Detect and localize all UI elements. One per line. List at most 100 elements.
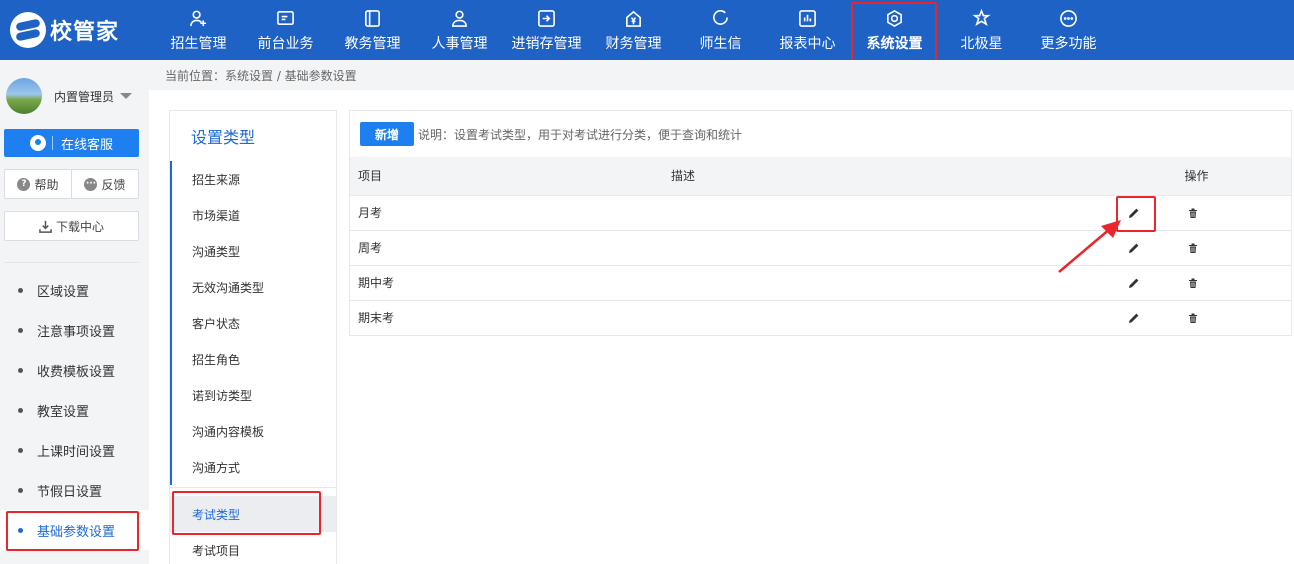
- column-header-description: 描述: [671, 169, 696, 184]
- divider: [4, 262, 139, 263]
- sidebar-item-fee-template[interactable]: 收费模板设置: [0, 350, 149, 390]
- help-button[interactable]: ? 帮助: [5, 170, 71, 198]
- left-sidebar: 内置管理员 在线客服 ? 帮助 ··· 反馈 下载中心 区域设置 注意事项设置 …: [0, 60, 149, 564]
- delete-icon[interactable]: [1186, 311, 1200, 325]
- sidebar-item-classroom[interactable]: 教室设置: [0, 390, 149, 430]
- nav-item-front-desk[interactable]: 前台业务: [242, 0, 329, 60]
- column-header-operations: 操作: [1184, 169, 1209, 184]
- table-row: 月考: [350, 195, 1291, 230]
- table-row: 期末考: [350, 300, 1291, 335]
- more-icon: [1059, 8, 1078, 30]
- sidebar-item-class-time[interactable]: 上课时间设置: [0, 430, 149, 470]
- type-item-market-channel[interactable]: 市场渠道: [170, 197, 336, 233]
- chat-ring-icon: [711, 8, 730, 30]
- download-center-label: 下载中心: [55, 219, 104, 234]
- divider: [51, 136, 53, 150]
- table-row: 期中考: [350, 265, 1291, 300]
- monitor-icon: [276, 8, 295, 30]
- type-item-customer-status[interactable]: 客户状态: [170, 305, 336, 341]
- nav-item-academic[interactable]: 教务管理: [329, 0, 416, 60]
- user-name: 内置管理员: [54, 89, 115, 104]
- help-feedback-row: ? 帮助 ··· 反馈: [4, 169, 139, 199]
- exam-type-panel: 新增 说明：设置考试类型，用于对考试进行分类，便于查询和统计 项目 描述 操作 …: [349, 110, 1292, 336]
- delete-icon[interactable]: [1186, 206, 1200, 220]
- column-header-item: 项目: [358, 169, 383, 184]
- feedback-label: 反馈: [101, 177, 126, 192]
- nav-item-system-settings[interactable]: 系统设置: [851, 0, 938, 64]
- main-nav: 招生管理 前台业务 教务管理 人事管理 进销存管理 财务管理 师生信 报表中心: [155, 0, 1112, 64]
- type-item-comm-template[interactable]: 沟通内容模板: [170, 413, 336, 449]
- bullet-icon: [18, 527, 23, 533]
- edit-icon[interactable]: [1127, 241, 1141, 255]
- type-item-invalid-comm-type[interactable]: 无效沟通类型: [170, 269, 336, 305]
- ellipsis-chat-icon: ···: [84, 177, 98, 191]
- download-center-button[interactable]: 下载中心: [4, 211, 139, 241]
- bullet-icon: [18, 407, 23, 413]
- settings-type-list: 招生来源 市场渠道 沟通类型 无效沟通类型 客户状态 招生角色 诺到访类型 沟通…: [170, 161, 336, 564]
- content-area: 设置类型 招生来源 市场渠道 沟通类型 无效沟通类型 客户状态 招生角色 诺到访…: [149, 90, 1294, 564]
- settings-type-panel: 设置类型 招生来源 市场渠道 沟通类型 无效沟通类型 客户状态 招生角色 诺到访…: [169, 110, 337, 564]
- divider: [170, 487, 336, 488]
- online-service-button[interactable]: 在线客服: [4, 129, 139, 157]
- sidebar-item-basic-params[interactable]: 基础参数设置: [0, 510, 149, 551]
- bullet-icon: [18, 487, 23, 493]
- breadcrumb: 当前位置：系统设置 / 基础参数设置: [149, 60, 1294, 90]
- chevron-down-icon: [120, 93, 133, 99]
- logo-icon: [10, 12, 46, 48]
- sidebar-item-region[interactable]: 区域设置: [0, 270, 149, 310]
- sidebar-menu: 区域设置 注意事项设置 收费模板设置 教室设置 上课时间设置 节假日设置 基础参…: [0, 270, 149, 551]
- nav-item-enrollment[interactable]: 招生管理: [155, 0, 242, 60]
- delete-icon[interactable]: [1186, 276, 1200, 290]
- cell-description: [663, 230, 1102, 265]
- settings-type-title: 设置类型: [191, 128, 256, 147]
- delete-icon[interactable]: [1186, 241, 1200, 255]
- brand-logo[interactable]: 校管家: [10, 12, 119, 48]
- cell-item: 期末考: [358, 311, 395, 326]
- question-icon: ?: [17, 177, 31, 191]
- bullet-icon: [18, 367, 23, 373]
- type-item-enroll-source[interactable]: 招生来源: [170, 161, 336, 197]
- type-item-exam-type[interactable]: 考试类型: [170, 491, 336, 535]
- sidebar-item-notices[interactable]: 注意事项设置: [0, 310, 149, 350]
- type-item-visit-type[interactable]: 诺到访类型: [170, 377, 336, 413]
- box-arrow-icon: [537, 8, 556, 30]
- edit-icon[interactable]: [1127, 276, 1141, 290]
- cell-description: [663, 265, 1102, 300]
- book-icon: [363, 8, 382, 30]
- add-button[interactable]: 新增: [360, 122, 414, 146]
- cell-item: 期中考: [358, 276, 395, 290]
- nav-item-inventory[interactable]: 进销存管理: [503, 0, 590, 60]
- help-label: 帮助: [34, 177, 59, 192]
- bullet-icon: [18, 287, 23, 293]
- qq-icon: [29, 135, 46, 151]
- nav-item-reports[interactable]: 报表中心: [764, 0, 851, 60]
- exam-type-table: 项目 描述 操作 月考 周考 期中考 期末考: [350, 157, 1291, 335]
- type-item-comm-type[interactable]: 沟通类型: [170, 233, 336, 269]
- type-item-comm-method[interactable]: 沟通方式: [170, 449, 336, 485]
- type-item-exam-subject[interactable]: 考试项目: [170, 532, 336, 564]
- feedback-button[interactable]: ··· 反馈: [71, 170, 138, 198]
- avatar: [6, 78, 42, 114]
- edit-icon[interactable]: [1127, 311, 1141, 325]
- nav-item-hr[interactable]: 人事管理: [416, 0, 503, 60]
- type-item-enroll-role[interactable]: 招生角色: [170, 341, 336, 377]
- person-plus-icon: [189, 8, 208, 30]
- description-note: 说明：设置考试类型，用于对考试进行分类，便于查询和统计: [418, 127, 743, 142]
- online-service-label: 在线客服: [60, 137, 113, 153]
- sidebar-item-holiday[interactable]: 节假日设置: [0, 470, 149, 510]
- nav-item-messaging[interactable]: 师生信: [677, 0, 764, 60]
- bar-chart-icon: [798, 8, 817, 30]
- user-menu[interactable]: 内置管理员: [6, 76, 146, 116]
- cell-description: [663, 195, 1102, 230]
- brand-name: 校管家: [50, 20, 120, 45]
- nav-item-more[interactable]: 更多功能: [1025, 0, 1112, 60]
- top-navbar: 校管家 招生管理 前台业务 教务管理 人事管理 进销存管理 财务管理 师生信 报…: [0, 0, 1294, 64]
- bullet-icon: [18, 447, 23, 453]
- cell-item: 月考: [358, 206, 383, 220]
- table-row: 周考: [350, 230, 1291, 265]
- nav-item-polaris[interactable]: 北极星: [938, 0, 1025, 60]
- nav-item-finance[interactable]: 财务管理: [590, 0, 677, 60]
- cell-description: [663, 300, 1102, 335]
- bullet-icon: [18, 327, 23, 333]
- edit-icon[interactable]: [1127, 206, 1141, 220]
